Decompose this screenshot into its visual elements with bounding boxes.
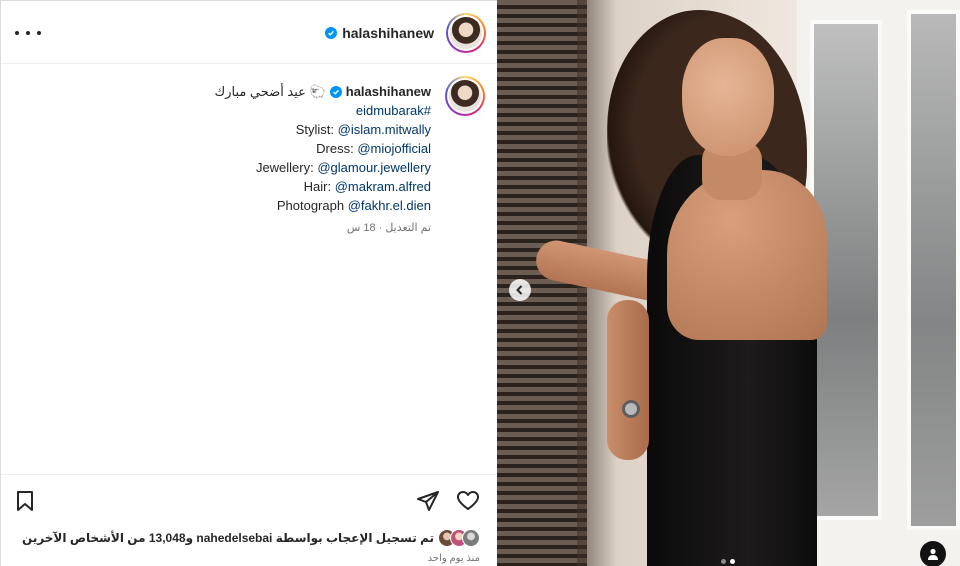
- caption-avatar[interactable]: [445, 76, 485, 116]
- send-icon[interactable]: [416, 489, 442, 515]
- more-dot: [37, 31, 41, 35]
- user-tag-icon[interactable]: [920, 541, 946, 566]
- caption-body: عيد أضحي مبارك 🐑 halashihanew eidmubarak…: [31, 82, 431, 238]
- chevron-left-icon[interactable]: [509, 279, 531, 301]
- photo-face: [682, 38, 774, 156]
- credit-label: Dress:: [316, 141, 358, 156]
- carousel-dot: [721, 559, 726, 564]
- caption-title-text: عيد أضحي مبارك 🐑: [214, 84, 326, 99]
- credit-line: Stylist: @islam.mitwally: [31, 120, 431, 139]
- caption-username[interactable]: halashihanew: [346, 82, 431, 101]
- credit-label: Jewellery:: [255, 160, 318, 175]
- post-details-panel: halashihanew عيد أضحي مبارك 🐑 halashihan…: [0, 0, 498, 566]
- photo-forearm: [607, 300, 649, 460]
- credit-label: Hair:: [303, 179, 335, 194]
- credit-line: Dress: @miojofficial: [31, 139, 431, 158]
- avatar-image: [449, 80, 481, 112]
- bookmark-icon[interactable]: [13, 489, 39, 515]
- avatar-image: [450, 17, 482, 49]
- credit-handle-link[interactable]: @fakhr.el.dien: [348, 198, 431, 213]
- header-user[interactable]: halashihanew: [325, 23, 434, 43]
- credit-line: Photograph @fakhr.el.dien: [31, 196, 431, 215]
- verified-badge-icon: [325, 27, 338, 39]
- more-dot: [26, 31, 30, 35]
- carousel-dot-active: [730, 559, 735, 564]
- liker-avatars: [438, 529, 480, 547]
- credit-handle-link[interactable]: @glamour.jewellery: [317, 160, 431, 175]
- photo-window-pane: [907, 10, 960, 530]
- credit-line: Jewellery: @glamour.jewellery: [31, 158, 431, 177]
- more-options-button[interactable]: [15, 23, 41, 43]
- likes-text[interactable]: تم تسجيل الإعجاب بواسطة nahedelsebai و13…: [22, 531, 434, 545]
- credit-label: Photograph: [276, 198, 348, 213]
- header-avatar[interactable]: [446, 13, 486, 53]
- action-bar: تم تسجيل الإعجاب بواسطة nahedelsebai و13…: [1, 474, 498, 566]
- caption-first-line: عيد أضحي مبارك 🐑 halashihanew: [31, 82, 431, 101]
- credit-line: Hair: @makram.alfred: [31, 177, 431, 196]
- credit-handle-link[interactable]: @makram.alfred: [335, 179, 431, 194]
- post-image[interactable]: [497, 0, 960, 566]
- carousel-indicator: [721, 559, 735, 564]
- photo-watch: [622, 400, 640, 418]
- header-username[interactable]: halashihanew: [342, 25, 434, 41]
- post-header: halashihanew: [1, 1, 498, 64]
- likes-summary[interactable]: تم تسجيل الإعجاب بواسطة nahedelsebai و13…: [22, 529, 480, 547]
- liker-avatar: [462, 529, 480, 547]
- post-date: منذ يوم واحد: [427, 553, 480, 564]
- verified-badge-icon: [329, 85, 342, 98]
- credit-handle-link[interactable]: @islam.mitwally: [338, 122, 431, 137]
- more-dot: [15, 31, 19, 35]
- caption-hashtag[interactable]: eidmubarak#: [356, 103, 431, 118]
- credit-label: Stylist:: [295, 122, 338, 137]
- edited-timestamp: تم التعديل · 18 س: [346, 222, 431, 234]
- caption-section: عيد أضحي مبارك 🐑 halashihanew eidmubarak…: [0, 64, 497, 474]
- heart-icon[interactable]: [456, 489, 482, 515]
- credit-handle-link[interactable]: @miojofficial: [357, 141, 431, 156]
